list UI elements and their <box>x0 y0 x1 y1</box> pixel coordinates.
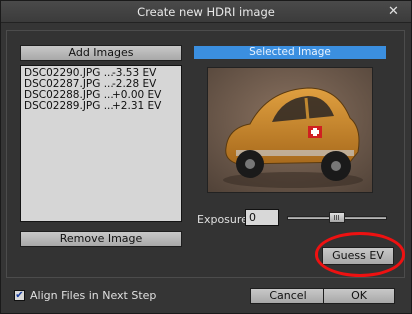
file-ev-value: +2.31 EV <box>112 100 162 112</box>
ok-button[interactable]: OK <box>323 288 395 304</box>
exposure-slider-thumb[interactable] <box>329 212 345 223</box>
car-photo-image <box>208 68 372 192</box>
guess-ev-button[interactable]: Guess EV <box>322 247 394 265</box>
title-bar[interactable]: Create new HDRI image ✕ <box>1 1 411 23</box>
close-icon[interactable]: ✕ <box>386 4 401 19</box>
selected-image-header: Selected Image <box>194 46 386 59</box>
cancel-button[interactable]: Cancel <box>250 288 326 304</box>
align-files-label[interactable]: Align Files in Next Step <box>30 289 156 302</box>
align-files-checkbox[interactable]: ✔ <box>14 290 25 301</box>
file-list-item[interactable]: DSC02289.JPG ...+2.31 EV <box>24 101 178 112</box>
exposure-slider[interactable] <box>287 210 387 226</box>
add-images-button[interactable]: Add Images <box>20 45 182 61</box>
window-title: Create new HDRI image <box>137 5 275 19</box>
checkmark-icon: ✔ <box>15 290 24 301</box>
selected-image-preview <box>207 67 373 193</box>
hdri-dialog: Create new HDRI image ✕ Add Images DSC02… <box>0 0 412 314</box>
remove-image-button[interactable]: Remove Image <box>20 231 182 247</box>
file-name: DSC02289.JPG ... <box>24 100 114 112</box>
exposure-label: Exposure <box>197 213 248 226</box>
image-file-list[interactable]: DSC02290.JPG ...-3.53 EV DSC02287.JPG ...… <box>20 65 182 222</box>
exposure-input[interactable]: 0 <box>245 209 279 226</box>
